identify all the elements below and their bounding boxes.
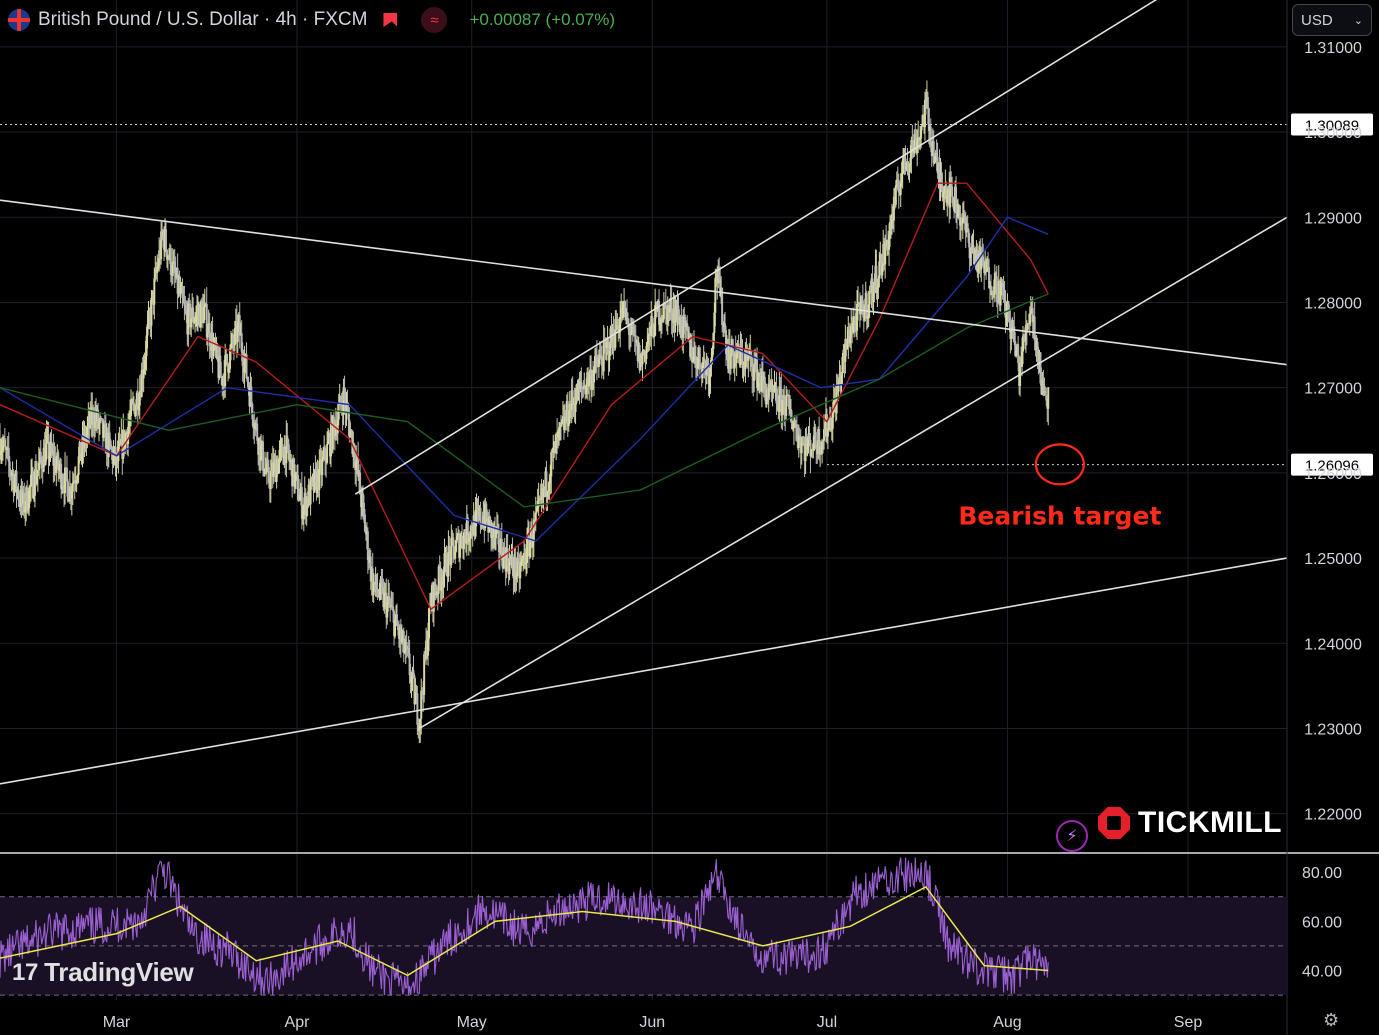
trendline: [354, 0, 1158, 495]
candle-body: [863, 306, 866, 322]
x-tick-label: Apr: [285, 1014, 311, 1031]
y-tick-label: 1.22000: [1304, 807, 1362, 824]
candle-body: [454, 551, 457, 559]
y-tick-label: 1.27000: [1304, 381, 1362, 398]
candle-body: [865, 292, 868, 319]
candle-body: [452, 537, 455, 547]
candle-body: [995, 276, 998, 302]
candle-body: [414, 693, 417, 705]
candle-body: [134, 405, 137, 416]
candle-body: [951, 186, 954, 197]
symbol-title[interactable]: British Pound / U.S. Dollar · 4h · FXCM: [38, 9, 367, 31]
x-tick-label: Sep: [1174, 1014, 1203, 1031]
candle-body: [698, 347, 701, 367]
candle-body: [461, 535, 463, 547]
tradingview-logo[interactable]: 17 TradingView: [12, 957, 194, 988]
trendline: [0, 557, 1288, 785]
tradingview-text: TradingView: [44, 957, 194, 987]
x-tick-label: Mar: [103, 1014, 131, 1031]
tradingview-mark-icon: 17: [12, 958, 39, 986]
candle-body: [179, 288, 182, 294]
candle-body: [226, 353, 229, 364]
candle-body: [66, 481, 69, 502]
tickmill-text: TICKMILL: [1138, 806, 1282, 839]
rsi-tick-label: 60.00: [1302, 914, 1342, 931]
chart-canvas[interactable]: 1.300891.260961.220001.230001.240001.250…: [0, 0, 1379, 1035]
candle-body: [721, 287, 724, 326]
y-tick-label: 1.30000: [1304, 125, 1362, 142]
tickmill-mark-icon: [1098, 807, 1130, 839]
annotation-text: Bearish target: [958, 501, 1161, 530]
y-tick-label: 1.23000: [1304, 721, 1362, 738]
y-tick-label: 1.29000: [1304, 210, 1362, 227]
tickmill-logo: TICKMILL: [1098, 806, 1282, 840]
x-tick-label: Aug: [993, 1014, 1021, 1031]
candle-body: [929, 126, 932, 144]
indicator-wave-icon[interactable]: ≈: [421, 7, 448, 33]
y-tick-label: 1.31000: [1304, 40, 1362, 57]
candle-body: [926, 96, 929, 109]
candle-body: [894, 185, 897, 205]
candle-body: [206, 333, 209, 338]
candle-body: [250, 386, 253, 404]
rsi-tick-label: 80.00: [1302, 865, 1342, 882]
candle-body: [36, 470, 39, 477]
candle-body: [428, 608, 430, 639]
x-tick-label: Jun: [639, 1014, 665, 1031]
candle-body: [580, 382, 583, 387]
y-tick-label: 1.24000: [1304, 636, 1362, 653]
candle-body: [281, 444, 284, 458]
x-tick-label: May: [457, 1014, 487, 1031]
price-change: +0.00087 (+0.07%): [469, 10, 615, 29]
candle-body: [489, 516, 492, 521]
candle-body: [800, 443, 803, 454]
currency-selector[interactable]: USD ⌄: [1292, 4, 1372, 36]
y-tick-label: 1.26000: [1304, 466, 1362, 483]
lightning-icon[interactable]: ⚡: [1056, 820, 1088, 852]
y-tick-label: 1.25000: [1304, 551, 1362, 568]
candle-body: [326, 443, 329, 463]
chart-header: British Pound / U.S. Dollar · 4h · FXCM …: [8, 6, 615, 34]
market-closed-icon[interactable]: [383, 13, 398, 27]
candle-body: [479, 507, 482, 525]
currency-label: USD: [1301, 11, 1333, 29]
x-tick-label: Jul: [817, 1014, 837, 1031]
candle-body: [71, 482, 74, 492]
candle-body: [150, 297, 153, 326]
candle-body: [826, 429, 829, 437]
candle-body: [164, 229, 167, 250]
candle-body: [664, 303, 667, 309]
rsi-tick-label: 40.00: [1302, 964, 1342, 981]
trendline: [0, 199, 1288, 366]
y-tick-label: 1.28000: [1304, 295, 1362, 312]
candle-body: [878, 261, 881, 279]
candle-body: [729, 354, 732, 369]
candle-body: [269, 471, 272, 489]
settings-gear-icon[interactable]: ⚙: [1323, 1010, 1339, 1031]
candle-body: [171, 261, 174, 276]
chevron-down-icon: ⌄: [1353, 14, 1363, 27]
candle-body: [608, 355, 611, 361]
gbp-usd-flag-icon: [8, 9, 30, 31]
candle-body: [262, 441, 265, 471]
candle-body: [337, 405, 340, 420]
ema-slow-line: [0, 293, 1049, 508]
candle-body: [1047, 387, 1050, 409]
candle-body: [153, 278, 156, 305]
